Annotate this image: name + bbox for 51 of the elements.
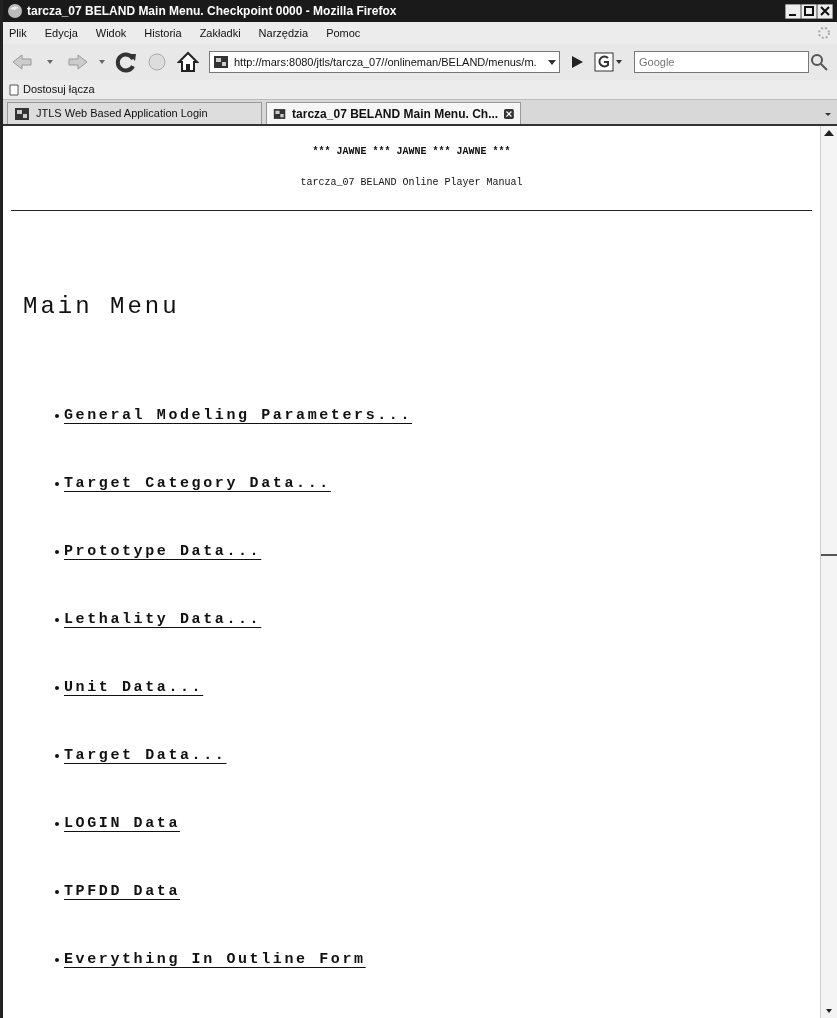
- menu-link[interactable]: Target Category Data...: [64, 473, 331, 496]
- menu-link[interactable]: Unit Data...: [64, 677, 204, 700]
- window-title: tarcza_07 BELAND Main Menu. Checkpoint 0000 - Mozilla Firefox: [27, 3, 398, 20]
- browser-tab[interactable]: tarcza_07 BELAND Main Menu. Ch...: [266, 102, 521, 124]
- menu-item[interactable]: Narzędzia: [258, 24, 309, 42]
- close-button[interactable]: [817, 3, 833, 19]
- bookmark-link[interactable]: Dostosuj łącza: [9, 81, 95, 98]
- bullet-icon: [55, 890, 59, 894]
- manual-subtitle: tarcza_07 BELAND Online Player Manual: [299, 176, 524, 190]
- close-tab-icon[interactable]: [504, 107, 514, 120]
- go-button[interactable]: [570, 55, 584, 69]
- search-icon[interactable]: [809, 52, 829, 72]
- bullet-icon: [55, 618, 59, 622]
- home-button[interactable]: [177, 51, 199, 73]
- classification-text: *** JAWNE *** JAWNE *** JAWNE ***: [311, 145, 512, 159]
- page-icon: [9, 83, 19, 96]
- site-icon: [273, 106, 287, 121]
- menu-item[interactable]: Edycja: [44, 24, 78, 42]
- site-icon: [213, 55, 229, 69]
- bullet-icon: [55, 822, 59, 826]
- menu-item[interactable]: Historia: [144, 24, 182, 42]
- maximize-button[interactable]: [801, 3, 817, 19]
- bullet-icon: [55, 414, 59, 418]
- bullet-icon: [55, 482, 59, 486]
- bullet-icon: [55, 550, 59, 554]
- site-icon: [14, 106, 30, 121]
- scrollbar[interactable]: [820, 126, 837, 1018]
- menu-link[interactable]: LOGIN Data: [64, 813, 180, 836]
- menu-item[interactable]: Zakładki: [199, 24, 241, 42]
- menu-link[interactable]: Target Data...: [64, 745, 227, 768]
- bullet-icon: [55, 686, 59, 690]
- menu-link[interactable]: Prototype Data...: [64, 541, 262, 564]
- search-field[interactable]: Google: [634, 51, 809, 73]
- bullet-icon: [55, 754, 59, 758]
- menu-link[interactable]: Lethality Data...: [64, 609, 262, 632]
- menu-item[interactable]: Pomoc: [326, 24, 361, 42]
- page-heading: Main Menu: [23, 292, 181, 322]
- menu-item[interactable]: Widok: [95, 24, 127, 42]
- dropdown-icon[interactable]: [548, 59, 556, 65]
- menu-link[interactable]: General Modeling Parameters...: [64, 405, 413, 428]
- menu-item[interactable]: Plik: [9, 24, 27, 42]
- throbber-icon: [817, 26, 831, 40]
- menu-link[interactable]: TPFDD Data: [64, 881, 180, 904]
- search-engine-icon[interactable]: [594, 52, 624, 72]
- url-text: http://mars:8080/jtls/tarcza_07//onlineman/BELAND/menus/m.: [234, 54, 538, 70]
- reload-button[interactable]: [115, 51, 137, 73]
- address-bar[interactable]: http://mars:8080/jtls/tarcza_07//onlineman/BELAND/menus/m.: [209, 51, 560, 73]
- bullet-icon: [55, 958, 59, 962]
- minimize-button[interactable]: [785, 3, 801, 19]
- browser-tab[interactable]: JTLS Web Based Application Login: [7, 102, 262, 124]
- menu-link[interactable]: Everything In Outline Form: [64, 949, 366, 972]
